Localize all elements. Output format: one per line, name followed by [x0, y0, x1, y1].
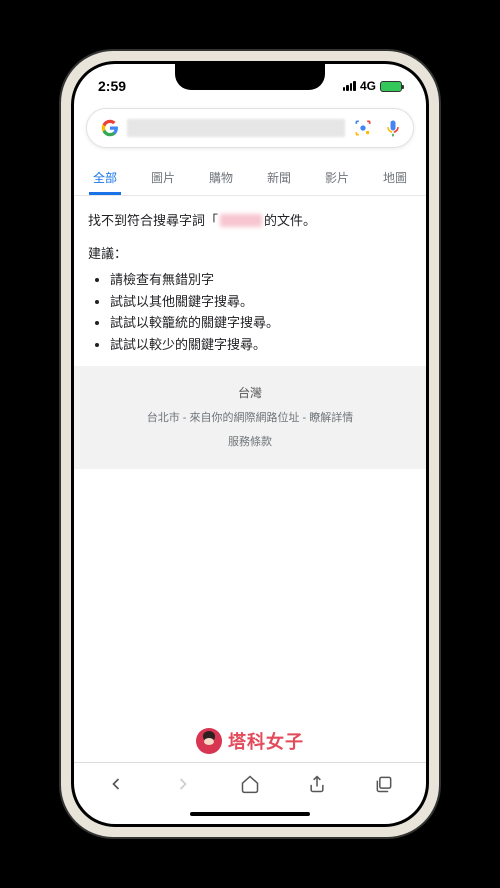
- share-icon: [307, 774, 327, 794]
- tab-maps[interactable]: 地圖: [366, 158, 424, 195]
- network-label: 4G: [360, 79, 376, 93]
- status-time: 2:59: [98, 78, 126, 94]
- tab-news[interactable]: 新聞: [250, 158, 308, 195]
- list-item: 試試以較少的關鍵字搜尋。: [110, 335, 412, 355]
- battery-icon: [380, 81, 402, 92]
- spacer: [74, 469, 426, 722]
- footer-country: 台灣: [84, 384, 416, 401]
- back-button[interactable]: [96, 764, 136, 804]
- google-lens-icon[interactable]: [353, 118, 373, 138]
- home-indicator[interactable]: [74, 804, 426, 824]
- watermark-text: 塔科女子: [228, 728, 304, 754]
- footer-terms[interactable]: 服務條款: [84, 433, 416, 449]
- tab-videos[interactable]: 影片: [308, 158, 366, 195]
- content-area: 找不到符合搜尋字詞「的文件。 建議： 請檢查有無錯別字 試試以其他關鍵字搜尋。 …: [74, 196, 426, 762]
- suggestions-list: 請檢查有無錯別字 試試以其他關鍵字搜尋。 試試以較籠統的關鍵字搜尋。 試試以較少…: [88, 270, 412, 354]
- chevron-right-icon: [173, 774, 193, 794]
- tabs-icon: [374, 774, 394, 794]
- search-actions: [353, 118, 403, 138]
- watermark-avatar-icon: [196, 728, 222, 754]
- tab-images[interactable]: 圖片: [134, 158, 192, 195]
- footer-info: 台灣 台北市 - 來自你的網際網路位址 - 瞭解詳情 服務條款: [74, 366, 426, 469]
- list-item: 試試以其他關鍵字搜尋。: [110, 292, 412, 312]
- status-right: 4G: [343, 79, 402, 93]
- voice-search-icon[interactable]: [383, 118, 403, 138]
- phone-bezel: 2:59 4G: [71, 61, 429, 827]
- tab-shopping[interactable]: 購物: [192, 158, 250, 195]
- search-container: [74, 102, 426, 148]
- redacted-query: [220, 214, 262, 227]
- no-results-message: 找不到符合搜尋字詞「的文件。: [88, 210, 412, 229]
- phone-frame: 2:59 4G: [61, 51, 439, 837]
- browser-toolbar: [74, 762, 426, 804]
- list-item: 請檢查有無錯別字: [110, 270, 412, 290]
- search-tabs: 全部 圖片 購物 新聞 影片 地圖: [74, 158, 426, 196]
- forward-button[interactable]: [163, 764, 203, 804]
- share-button[interactable]: [297, 764, 337, 804]
- list-item: 試試以較籠統的關鍵字搜尋。: [110, 313, 412, 333]
- footer-location[interactable]: 台北市 - 來自你的網際網路位址 - 瞭解詳情: [84, 409, 416, 425]
- home-icon: [240, 774, 260, 794]
- tabs-button[interactable]: [364, 764, 404, 804]
- screen: 2:59 4G: [74, 64, 426, 824]
- google-logo-icon: [101, 119, 119, 137]
- home-button[interactable]: [230, 764, 270, 804]
- search-bar[interactable]: [86, 108, 414, 148]
- signal-icon: [343, 81, 356, 91]
- no-results-block: 找不到符合搜尋字詞「的文件。 建議： 請檢查有無錯別字 試試以其他關鍵字搜尋。 …: [74, 196, 426, 366]
- chevron-left-icon: [106, 774, 126, 794]
- suggestions-title: 建議：: [88, 243, 412, 262]
- watermark: 塔科女子: [74, 722, 426, 762]
- search-input[interactable]: [127, 119, 345, 137]
- notch: [175, 64, 325, 90]
- tab-all[interactable]: 全部: [76, 158, 134, 195]
